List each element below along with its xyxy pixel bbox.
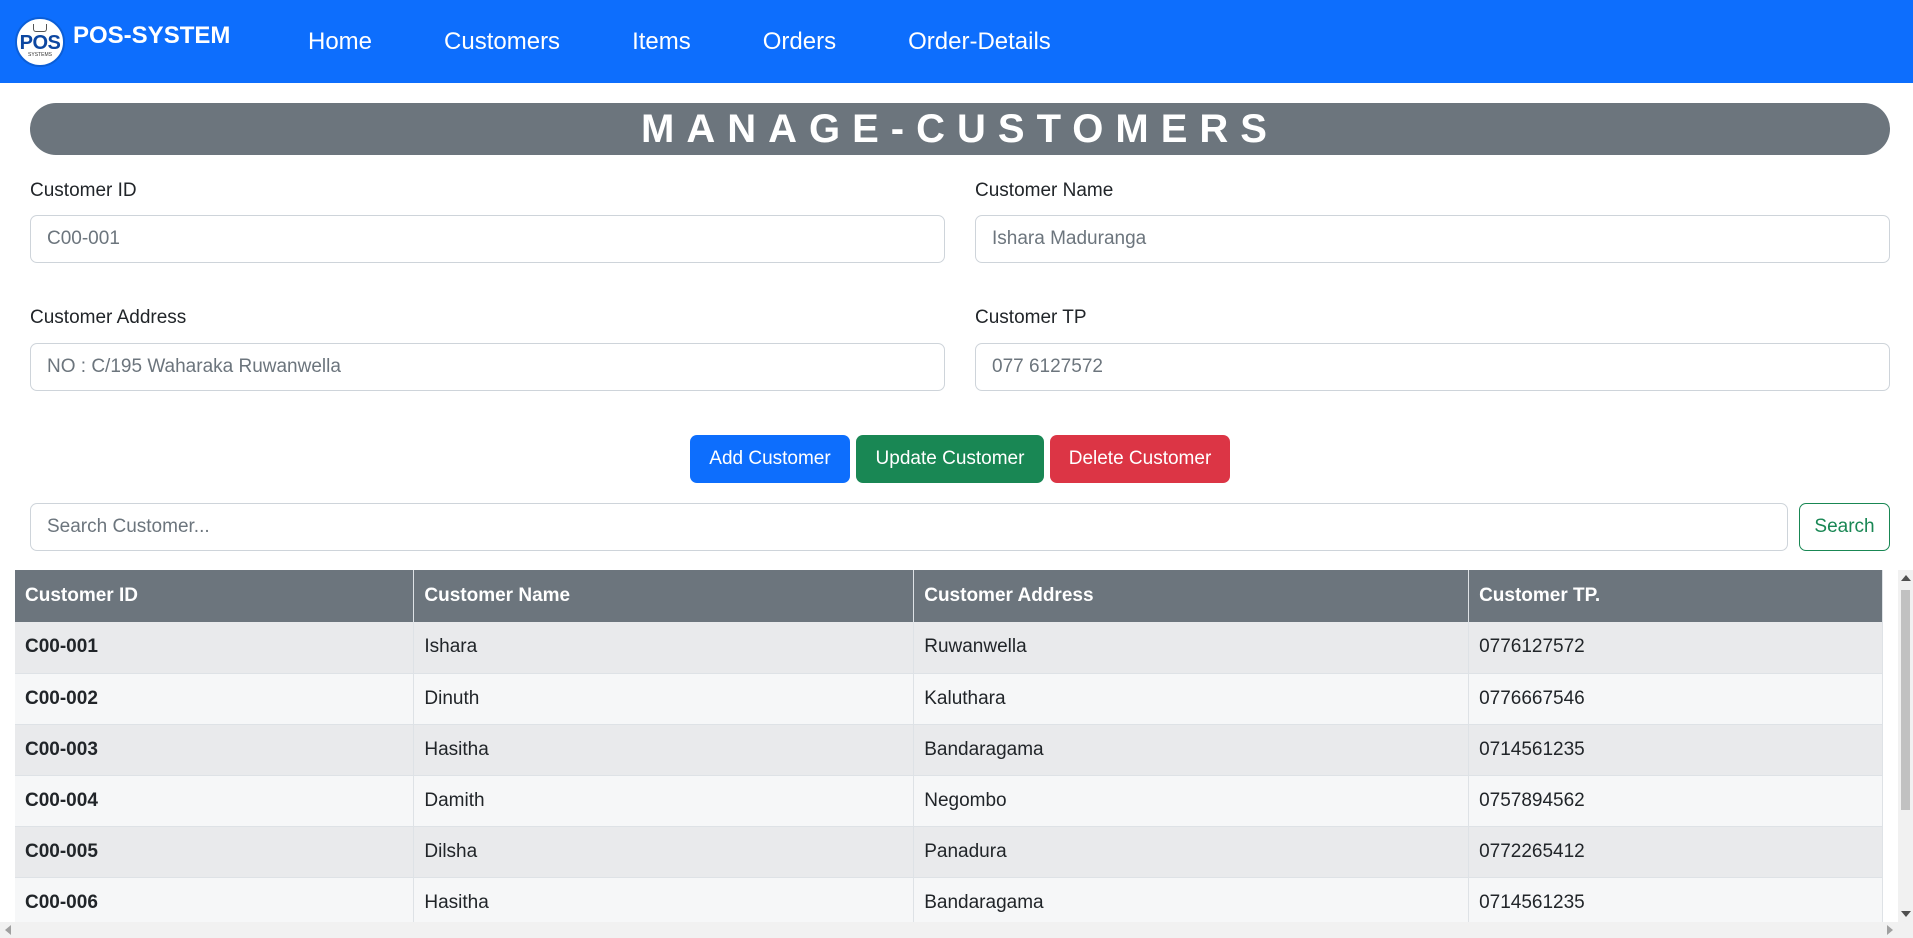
- customer-table: Customer ID Customer Name Customer Addre…: [15, 570, 1883, 922]
- header-customer-name: Customer Name: [413, 570, 915, 622]
- customer-name-label: Customer Name: [975, 180, 1114, 201]
- top-navbar: POS SYSTEMS POS-SYSTEM Home Customers It…: [0, 0, 1913, 83]
- page-title: MANAGE-CUSTOMERS: [641, 106, 1279, 151]
- pos-logo-icon: POS SYSTEMS: [15, 17, 65, 67]
- cell-customer-address: Bandaragama: [913, 724, 1470, 776]
- scroll-left-arrow-icon[interactable]: [5, 925, 11, 935]
- cell-customer-name: Hasitha: [413, 724, 915, 776]
- customer-tp-label: Customer TP: [975, 307, 1087, 328]
- horizontal-scrollbar[interactable]: [0, 922, 1913, 938]
- search-customer-input[interactable]: [30, 503, 1788, 551]
- cell-customer-address: Bandaragama: [913, 877, 1470, 922]
- cell-customer-tp: 0714561235: [1468, 724, 1883, 776]
- nav-link-order-details[interactable]: Order-Details: [908, 28, 1051, 56]
- table-row[interactable]: C00-002 Dinuth Kaluthara 0776667546: [15, 673, 1883, 725]
- nav-link-items[interactable]: Items: [632, 28, 691, 56]
- nav-links: Home Customers Items Orders Order-Detail…: [308, 0, 1123, 83]
- cell-customer-id: C00-005: [15, 826, 415, 878]
- cell-customer-name: Hasitha: [413, 877, 915, 922]
- cell-customer-tp: 0714561235: [1468, 877, 1883, 922]
- update-customer-button[interactable]: Update Customer: [856, 435, 1044, 483]
- cell-customer-name: Ishara: [413, 622, 915, 674]
- vertical-scrollbar[interactable]: [1898, 570, 1913, 922]
- cell-customer-tp: 0776667546: [1468, 673, 1883, 725]
- header-customer-id: Customer ID: [15, 570, 415, 622]
- cell-customer-address: Kaluthara: [913, 673, 1470, 725]
- vertical-scroll-thumb[interactable]: [1901, 590, 1910, 810]
- brand-name[interactable]: POS-SYSTEM: [73, 22, 230, 50]
- cell-customer-name: Damith: [413, 775, 915, 827]
- add-customer-button[interactable]: Add Customer: [690, 435, 850, 483]
- cell-customer-tp: 0776127572: [1468, 622, 1883, 674]
- table-row[interactable]: C00-004 Damith Negombo 0757894562: [15, 775, 1883, 827]
- customer-id-label: Customer ID: [30, 180, 137, 201]
- cell-customer-address: Ruwanwella: [913, 622, 1470, 674]
- customer-address-label: Customer Address: [30, 307, 187, 328]
- table-header-row: Customer ID Customer Name Customer Addre…: [15, 570, 1883, 622]
- customer-address-input[interactable]: [30, 343, 945, 391]
- customer-table-container: Customer ID Customer Name Customer Addre…: [15, 570, 1883, 922]
- cell-customer-id: C00-003: [15, 724, 415, 776]
- page-title-banner: MANAGE-CUSTOMERS: [30, 103, 1890, 155]
- table-row[interactable]: C00-003 Hasitha Bandaragama 0714561235: [15, 724, 1883, 776]
- cell-customer-id: C00-006: [15, 877, 415, 922]
- cell-customer-id: C00-004: [15, 775, 415, 827]
- search-button[interactable]: Search: [1799, 503, 1890, 551]
- cart-icon: [33, 24, 47, 32]
- scroll-down-arrow-icon[interactable]: [1901, 911, 1911, 917]
- brand[interactable]: POS SYSTEMS POS-SYSTEM: [15, 17, 230, 67]
- cell-customer-tp: 0772265412: [1468, 826, 1883, 878]
- scroll-up-arrow-icon[interactable]: [1901, 575, 1911, 581]
- cell-customer-name: Dinuth: [413, 673, 915, 725]
- nav-link-customers[interactable]: Customers: [444, 28, 560, 56]
- logo-subtext: SYSTEMS: [28, 52, 52, 58]
- customer-id-input[interactable]: [30, 215, 945, 263]
- cell-customer-address: Panadura: [913, 826, 1470, 878]
- header-customer-address: Customer Address: [913, 570, 1470, 622]
- nav-link-orders[interactable]: Orders: [763, 28, 836, 56]
- customer-tp-input[interactable]: [975, 343, 1890, 391]
- header-customer-tp: Customer TP.: [1468, 570, 1883, 622]
- table-row[interactable]: C00-006 Hasitha Bandaragama 0714561235: [15, 877, 1883, 922]
- cell-customer-id: C00-002: [15, 673, 415, 725]
- scroll-right-arrow-icon[interactable]: [1887, 925, 1893, 935]
- customer-name-input[interactable]: [975, 215, 1890, 263]
- table-row[interactable]: C00-005 Dilsha Panadura 0772265412: [15, 826, 1883, 878]
- delete-customer-button[interactable]: Delete Customer: [1050, 435, 1230, 483]
- logo-text: POS: [19, 32, 61, 54]
- cell-customer-name: Dilsha: [413, 826, 915, 878]
- cell-customer-id: C00-001: [15, 622, 415, 674]
- cell-customer-tp: 0757894562: [1468, 775, 1883, 827]
- nav-link-home[interactable]: Home: [308, 28, 372, 56]
- table-row[interactable]: C00-001 Ishara Ruwanwella 0776127572: [15, 622, 1883, 674]
- cell-customer-address: Negombo: [913, 775, 1470, 827]
